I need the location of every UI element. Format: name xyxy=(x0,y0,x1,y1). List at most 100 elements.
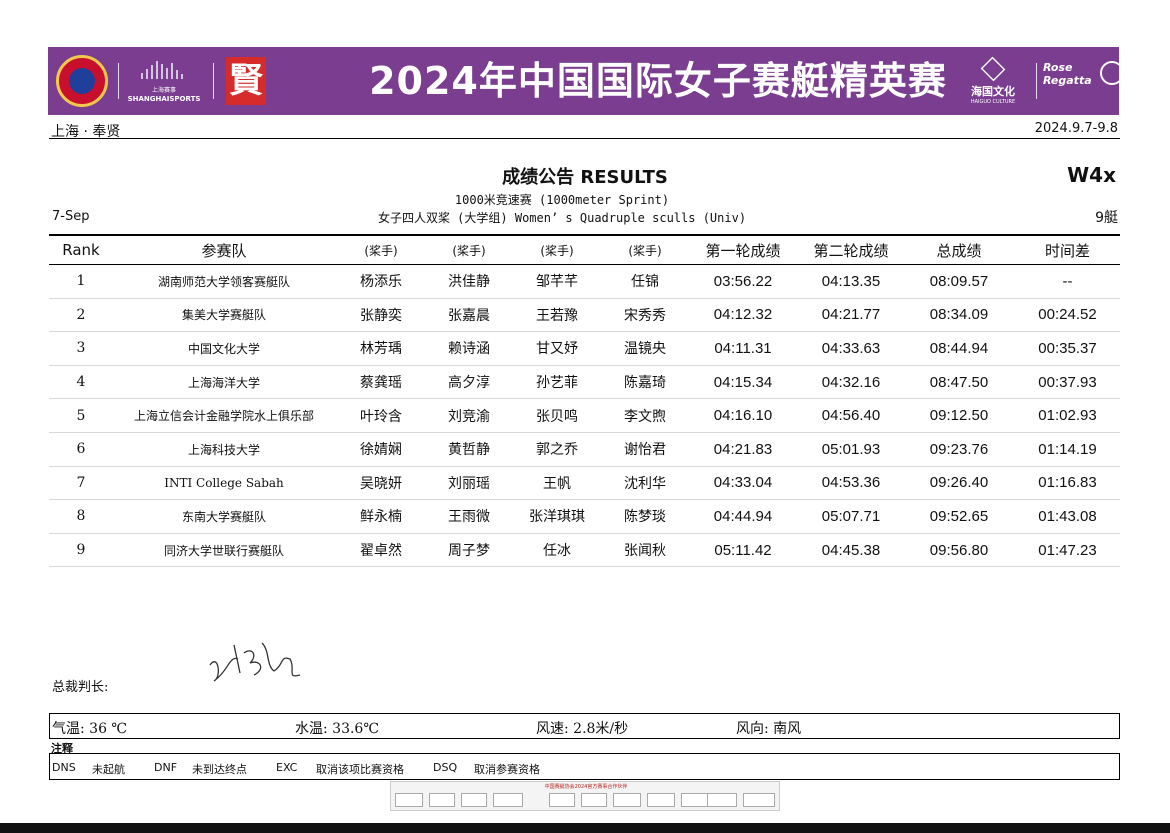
cell-rower: 高夕淳 xyxy=(427,365,511,400)
fengxian-logo: 賢 xyxy=(226,57,266,105)
cell-rower: 孙艺菲 xyxy=(511,365,603,400)
bottom-edge xyxy=(0,823,1170,833)
cell-diff: 01:14.19 xyxy=(1015,432,1120,467)
shanghai-sports-text: SHANGHAISPORTS xyxy=(127,95,201,103)
judge-signature xyxy=(209,642,301,682)
banner-divider xyxy=(118,63,119,99)
cell-rower: 甘又妤 xyxy=(511,331,603,366)
note-desc: 未到达终点 xyxy=(192,763,247,776)
event-code: W4x xyxy=(1067,163,1116,187)
col-team: 参赛队 xyxy=(113,234,335,265)
cell-rower: 任冰 xyxy=(511,533,603,568)
sponsor-logo xyxy=(549,793,575,807)
weather-bar: 气温: 36 ℃ 水温: 33.6℃ 风速: 2.8米/秒 风向: 南风 xyxy=(49,713,1120,739)
cell-round1: 04:15.34 xyxy=(687,365,799,400)
cell-round2: 04:33.63 xyxy=(799,331,903,366)
table-row: 8 东南大学赛艇队 鲜永楠 王雨微 张洋琪琪 陈梦琰 04:44.94 05:07.71 09:… xyxy=(49,499,1120,534)
race-category: 女子四人双桨 (大学组) Women’ s Quadruple sculls (… xyxy=(377,211,747,225)
cell-rower: 黄哲静 xyxy=(427,432,511,467)
cell-total: 08:47.50 xyxy=(903,365,1015,400)
col-total: 总成绩 xyxy=(903,234,1015,265)
sponsor-logo xyxy=(493,793,523,807)
cell-team: 上海海洋大学 xyxy=(113,365,335,400)
cell-diff: 01:43.08 xyxy=(1015,499,1120,534)
sponsor-caption: 中国赛艇协会2024官方赛事合作伙伴 xyxy=(544,784,628,790)
cell-rank: 9 xyxy=(49,533,113,568)
cell-diff: 00:35.37 xyxy=(1015,331,1120,366)
cell-total: 09:56.80 xyxy=(903,533,1015,568)
cell-rank: 6 xyxy=(49,432,113,467)
cell-rank: 7 xyxy=(49,466,113,501)
cell-rower: 邹芊芊 xyxy=(511,264,603,299)
table-row: 3 中国文化大学 林芳瑀 赖诗涵 甘又妤 温镜央 04:11.31 04:33.63 08:44… xyxy=(49,331,1120,366)
cell-rower: 赖诗涵 xyxy=(427,331,511,366)
note-code: EXC xyxy=(276,761,298,774)
rose-circle-icon xyxy=(1100,61,1124,85)
cell-total: 09:52.65 xyxy=(903,499,1015,534)
cell-round1: 03:56.22 xyxy=(687,264,799,299)
cell-rower: 杨添乐 xyxy=(335,264,427,299)
cell-rower: 李文煦 xyxy=(603,398,687,433)
cell-round1: 04:33.04 xyxy=(687,466,799,501)
cell-round2: 05:01.93 xyxy=(799,432,903,467)
cell-rower: 郭之乔 xyxy=(511,432,603,467)
sponsor-logo xyxy=(395,793,423,807)
cell-rower: 吴晓妍 xyxy=(335,466,427,501)
cell-rank: 4 xyxy=(49,365,113,400)
banner-title: 2024年中国国际女子赛艇精英赛 xyxy=(369,59,947,103)
sponsor-logo xyxy=(613,793,641,807)
cell-round1: 04:21.83 xyxy=(687,432,799,467)
table-row: 7 INTI College Sabah 吴晓妍 刘丽瑶 王帆 沈利华 04:33.04 04… xyxy=(49,466,1120,501)
cell-total: 09:23.76 xyxy=(903,432,1015,467)
table-row: 5 上海立信会计金融学院水上俱乐部 叶玲含 刘竞渝 张贝鸣 李文煦 04:16.10 04:5… xyxy=(49,398,1120,433)
race-date: 7-Sep xyxy=(52,209,90,224)
cell-round1: 04:12.32 xyxy=(687,298,799,333)
rowing-association-logo xyxy=(56,55,108,107)
banner-divider xyxy=(213,63,214,99)
note-desc: 未起航 xyxy=(92,763,125,776)
note-code: DNF xyxy=(154,761,178,774)
wind-direction: 风向: 南风 xyxy=(736,721,802,737)
col-rower: (桨手) xyxy=(335,234,427,265)
cell-total: 08:09.57 xyxy=(903,264,1015,299)
haiguo-text: 海国文化 xyxy=(971,85,1015,98)
cell-round2: 04:45.38 xyxy=(799,533,903,568)
col-rower: (桨手) xyxy=(603,234,687,265)
cell-diff: 01:02.93 xyxy=(1015,398,1120,433)
chief-judge-label: 总裁判长: xyxy=(52,680,109,695)
col-round1: 第一轮成绩 xyxy=(687,234,799,265)
cell-round2: 04:56.40 xyxy=(799,398,903,433)
sponsor-logo xyxy=(681,793,709,807)
cell-round2: 04:32.16 xyxy=(799,365,903,400)
cell-total: 08:44.94 xyxy=(903,331,1015,366)
wind-speed: 风速: 2.8米/秒 xyxy=(536,721,629,737)
cell-team: INTI College Sabah xyxy=(113,466,335,501)
cell-diff: 00:24.52 xyxy=(1015,298,1120,333)
sponsor-strip: 中国赛艇协会2024官方赛事合作伙伴 xyxy=(390,781,780,811)
haiguo-subtext: HAIGUO CULTURE xyxy=(970,99,1016,105)
cell-diff: 00:37.93 xyxy=(1015,365,1120,400)
cell-team: 同济大学世联行赛艇队 xyxy=(113,533,335,568)
air-temp: 气温: 36 ℃ xyxy=(52,721,128,737)
sponsor-logo xyxy=(461,793,487,807)
cell-round2: 04:53.36 xyxy=(799,466,903,501)
col-rower: (桨手) xyxy=(427,234,511,265)
water-temp: 水温: 33.6℃ xyxy=(295,721,379,737)
cell-rower: 温镜央 xyxy=(603,331,687,366)
cell-diff: 01:16.83 xyxy=(1015,466,1120,501)
cell-rower: 宋秀秀 xyxy=(603,298,687,333)
cell-rower: 王雨微 xyxy=(427,499,511,534)
note-code: DSQ xyxy=(433,761,458,774)
notes-bar: DNS 未起航 DNF 未到达终点 EXC 取消该项比赛资格 DSQ 取消参赛资… xyxy=(49,753,1120,780)
cell-rank: 3 xyxy=(49,331,113,366)
cell-rower: 叶玲含 xyxy=(335,398,427,433)
cell-rank: 8 xyxy=(49,499,113,534)
cell-team: 东南大学赛艇队 xyxy=(113,499,335,534)
cell-rower: 张静奕 xyxy=(335,298,427,333)
cube-icon xyxy=(980,56,1006,82)
note-desc: 取消该项比赛资格 xyxy=(316,763,404,776)
col-rank: Rank xyxy=(49,234,113,265)
date-range: 2024.9.7-9.8 xyxy=(1034,121,1118,136)
cell-rower: 任锦 xyxy=(603,264,687,299)
shanghai-sports-small-text: 上海赛事 xyxy=(151,87,176,94)
